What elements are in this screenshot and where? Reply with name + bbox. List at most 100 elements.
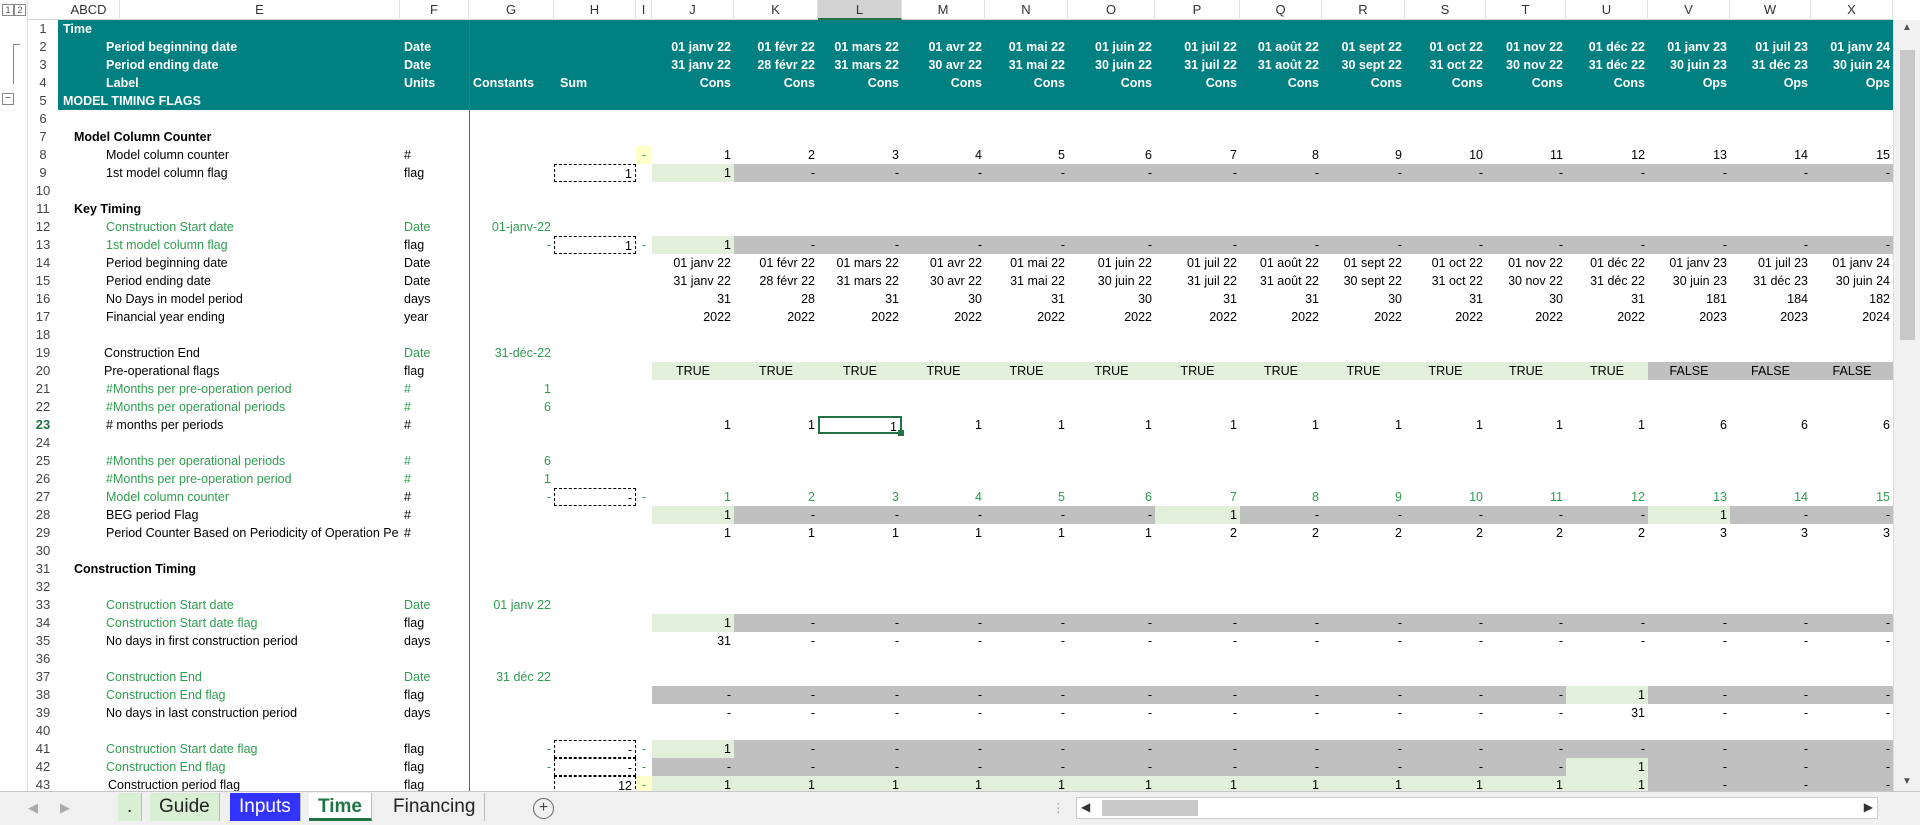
cell-o43[interactable]: 1 — [1068, 776, 1155, 791]
row-header-40[interactable]: 40 — [28, 722, 58, 740]
cell-q23[interactable]: 1 — [1240, 416, 1322, 434]
unit-cell[interactable]: year — [400, 308, 469, 326]
cell-s4[interactable]: Cons — [1405, 74, 1486, 92]
cell-u35[interactable]: - — [1566, 632, 1648, 650]
cell-x13[interactable]: - — [1811, 236, 1893, 254]
cell-t41[interactable]: - — [1486, 740, 1566, 758]
unit-cell[interactable]: flag — [400, 614, 469, 632]
cell-q13[interactable]: - — [1240, 236, 1322, 254]
cell-u28[interactable]: - — [1566, 506, 1648, 524]
constant-value[interactable]: 01-janv-22 — [469, 218, 554, 236]
cell-t42[interactable]: - — [1486, 758, 1566, 776]
unit-cell[interactable]: Date — [400, 596, 469, 614]
sum-value[interactable]: 1 — [554, 164, 636, 182]
row-label[interactable]: Financial year ending — [58, 308, 400, 326]
outline-level-1-button[interactable]: 1 — [2, 4, 14, 16]
cell-w23[interactable]: 6 — [1730, 416, 1811, 434]
cell-p38[interactable]: - — [1155, 686, 1240, 704]
cell-v16[interactable]: 181 — [1648, 290, 1730, 308]
unit-cell[interactable]: # — [400, 488, 469, 506]
cell-m14[interactable]: 01 avr 22 — [902, 254, 985, 272]
cell-m8[interactable]: 4 — [902, 146, 985, 164]
cell-p2[interactable]: 01 juil 22 — [1155, 38, 1240, 56]
add-sheet-icon[interactable]: + — [533, 798, 554, 819]
cell-x15[interactable]: 30 juin 24 — [1811, 272, 1893, 290]
column-header-s[interactable]: S — [1405, 0, 1486, 20]
tab-dot[interactable]: . — [118, 793, 143, 821]
unit-cell[interactable]: # — [400, 452, 469, 470]
cell-r43[interactable]: 1 — [1322, 776, 1405, 791]
cell-u14[interactable]: 01 déc 22 — [1566, 254, 1648, 272]
scroll-right-icon[interactable]: ▶ — [1864, 800, 1873, 814]
cell-t29[interactable]: 2 — [1486, 524, 1566, 542]
sum-value[interactable]: - — [554, 740, 636, 758]
cell-o35[interactable]: - — [1068, 632, 1155, 650]
cell-j39[interactable]: - — [652, 704, 734, 722]
cell-x2[interactable]: 01 janv 24 — [1811, 38, 1893, 56]
unit-cell[interactable]: flag — [400, 362, 469, 380]
cell-s9[interactable]: - — [1405, 164, 1486, 182]
row-label[interactable]: Construction End — [58, 344, 400, 362]
cell-w41[interactable]: - — [1730, 740, 1811, 758]
cell-x9[interactable]: - — [1811, 164, 1893, 182]
cell-m29[interactable]: 1 — [902, 524, 985, 542]
cell-n2[interactable]: 01 mai 22 — [985, 38, 1068, 56]
cell-m15[interactable]: 30 avr 22 — [902, 272, 985, 290]
i-value[interactable]: - — [636, 776, 652, 791]
unit-cell[interactable]: days — [400, 632, 469, 650]
cell-s42[interactable]: - — [1405, 758, 1486, 776]
cell-p35[interactable]: - — [1155, 632, 1240, 650]
cell-s29[interactable]: 2 — [1405, 524, 1486, 542]
cell-p34[interactable]: - — [1155, 614, 1240, 632]
cell-l3[interactable]: 31 mars 22 — [818, 56, 902, 74]
cell-s15[interactable]: 31 oct 22 — [1405, 272, 1486, 290]
row-header-35[interactable]: 35 — [28, 632, 58, 650]
cell-q28[interactable]: - — [1240, 506, 1322, 524]
constant-value[interactable]: 31-déc-22 — [469, 344, 554, 362]
cell-v8[interactable]: 13 — [1648, 146, 1730, 164]
cell-l38[interactable]: - — [818, 686, 902, 704]
cell-v34[interactable]: - — [1648, 614, 1730, 632]
row-header-30[interactable]: 30 — [28, 542, 58, 560]
cell-n39[interactable]: - — [985, 704, 1068, 722]
i-value[interactable]: - — [636, 758, 652, 776]
cell-j38[interactable]: - — [652, 686, 734, 704]
cell-o41[interactable]: - — [1068, 740, 1155, 758]
cell-l8[interactable]: 3 — [818, 146, 902, 164]
cell-j3[interactable]: 31 janv 22 — [652, 56, 734, 74]
cell-t38[interactable]: - — [1486, 686, 1566, 704]
row-header-39[interactable]: 39 — [28, 704, 58, 722]
cell-j16[interactable]: 31 — [652, 290, 734, 308]
cell-p9[interactable]: - — [1155, 164, 1240, 182]
row-label[interactable]: #Months per operational periods — [58, 398, 400, 416]
cell-l9[interactable]: - — [818, 164, 902, 182]
cell-x16[interactable]: 182 — [1811, 290, 1893, 308]
cell-o3[interactable]: 30 juin 22 — [1068, 56, 1155, 74]
next-sheet-icon[interactable]: ▶ — [60, 800, 70, 816]
cell-k43[interactable]: 1 — [734, 776, 818, 791]
cell-n41[interactable]: - — [985, 740, 1068, 758]
column-header-i[interactable]: I — [636, 0, 652, 20]
cell-l2[interactable]: 01 mars 22 — [818, 38, 902, 56]
cell-w2[interactable]: 01 juil 23 — [1730, 38, 1811, 56]
cell-w34[interactable]: - — [1730, 614, 1811, 632]
cell-q38[interactable]: - — [1240, 686, 1322, 704]
row-label[interactable]: Construction End flag — [58, 686, 400, 704]
cell-k23[interactable]: 1 — [734, 416, 818, 434]
cell-l4[interactable]: Cons — [818, 74, 902, 92]
sum-value[interactable]: - — [554, 488, 636, 506]
unit-cell[interactable]: # — [400, 470, 469, 488]
cell-n9[interactable]: - — [985, 164, 1068, 182]
cell-o42[interactable]: - — [1068, 758, 1155, 776]
cell-u13[interactable]: - — [1566, 236, 1648, 254]
cell-x43[interactable]: - — [1811, 776, 1893, 791]
cell-u4[interactable]: Cons — [1566, 74, 1648, 92]
cell-m13[interactable]: - — [902, 236, 985, 254]
cell-w42[interactable]: - — [1730, 758, 1811, 776]
cell-t35[interactable]: - — [1486, 632, 1566, 650]
column-header-m[interactable]: M — [902, 0, 985, 20]
cell-o38[interactable]: - — [1068, 686, 1155, 704]
row-label[interactable]: No days in last construction period — [58, 704, 400, 722]
cell-l42[interactable]: - — [818, 758, 902, 776]
cell-v15[interactable]: 30 juin 23 — [1648, 272, 1730, 290]
